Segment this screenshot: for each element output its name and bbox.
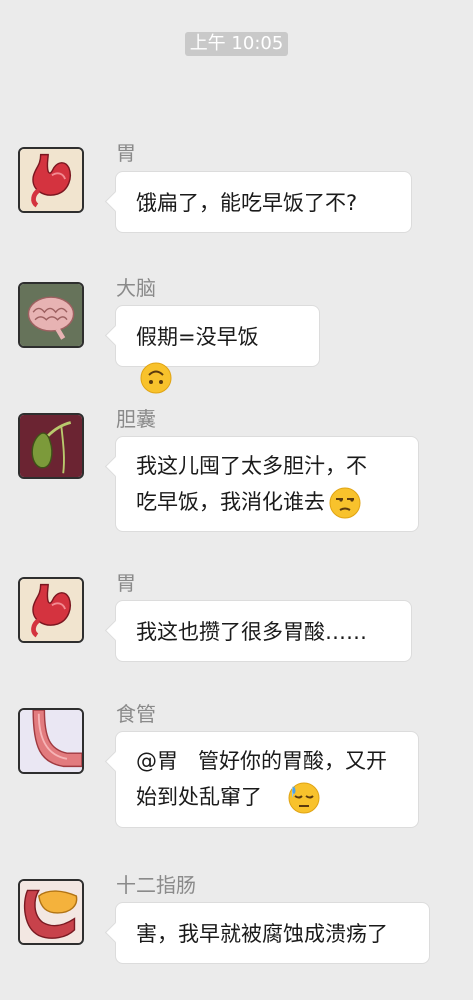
sender-name: 胃	[116, 571, 136, 595]
message-text-line: 吃早饭，我消化谁去	[136, 490, 325, 514]
sender-name: 胆囊	[116, 407, 156, 431]
sweat-face-emoji	[288, 782, 320, 814]
stomach-avatar[interactable]	[18, 577, 84, 643]
message-bubble[interactable]: 我这儿囤了太多胆汁，不 吃早饭，我消化谁去	[115, 436, 419, 532]
message-text-line: @胃 管好你的胃酸，又开	[136, 749, 388, 773]
message-text-line: 我这儿囤了太多胆汁，不	[136, 454, 367, 478]
duodenum-avatar[interactable]	[18, 879, 84, 945]
message-text: 我这也攒了很多胃酸……	[136, 620, 367, 644]
message-bubble[interactable]: 我这也攒了很多胃酸……	[115, 600, 412, 662]
sender-name: 胃	[116, 141, 136, 165]
stomach-avatar[interactable]	[18, 147, 84, 213]
message-bubble[interactable]: @胃 管好你的胃酸，又开 始到处乱窜了	[115, 731, 419, 828]
message-text: 假期=没早饭	[136, 325, 259, 349]
message-text: 饿扁了，能吃早饭了不?	[136, 191, 358, 215]
brain-avatar[interactable]	[18, 282, 84, 348]
message-text: 害，我早就被腐蚀成溃疡了	[136, 922, 388, 946]
upside-down-face-emoji	[140, 362, 172, 394]
gallbladder-avatar[interactable]	[18, 413, 84, 479]
message-bubble[interactable]: 假期=没早饭	[115, 305, 320, 394]
sender-name: 食管	[116, 702, 156, 726]
sender-name: 十二指肠	[116, 873, 196, 897]
unamused-face-emoji	[329, 487, 361, 519]
esophagus-avatar[interactable]	[18, 708, 84, 774]
message-text-line: 始到处乱窜了	[136, 785, 262, 809]
sender-name: 大脑	[116, 276, 156, 300]
timestamp: 上午 10:05	[185, 32, 288, 56]
message-bubble[interactable]: 饿扁了，能吃早饭了不?	[115, 171, 412, 233]
message-bubble[interactable]: 害，我早就被腐蚀成溃疡了	[115, 902, 430, 964]
